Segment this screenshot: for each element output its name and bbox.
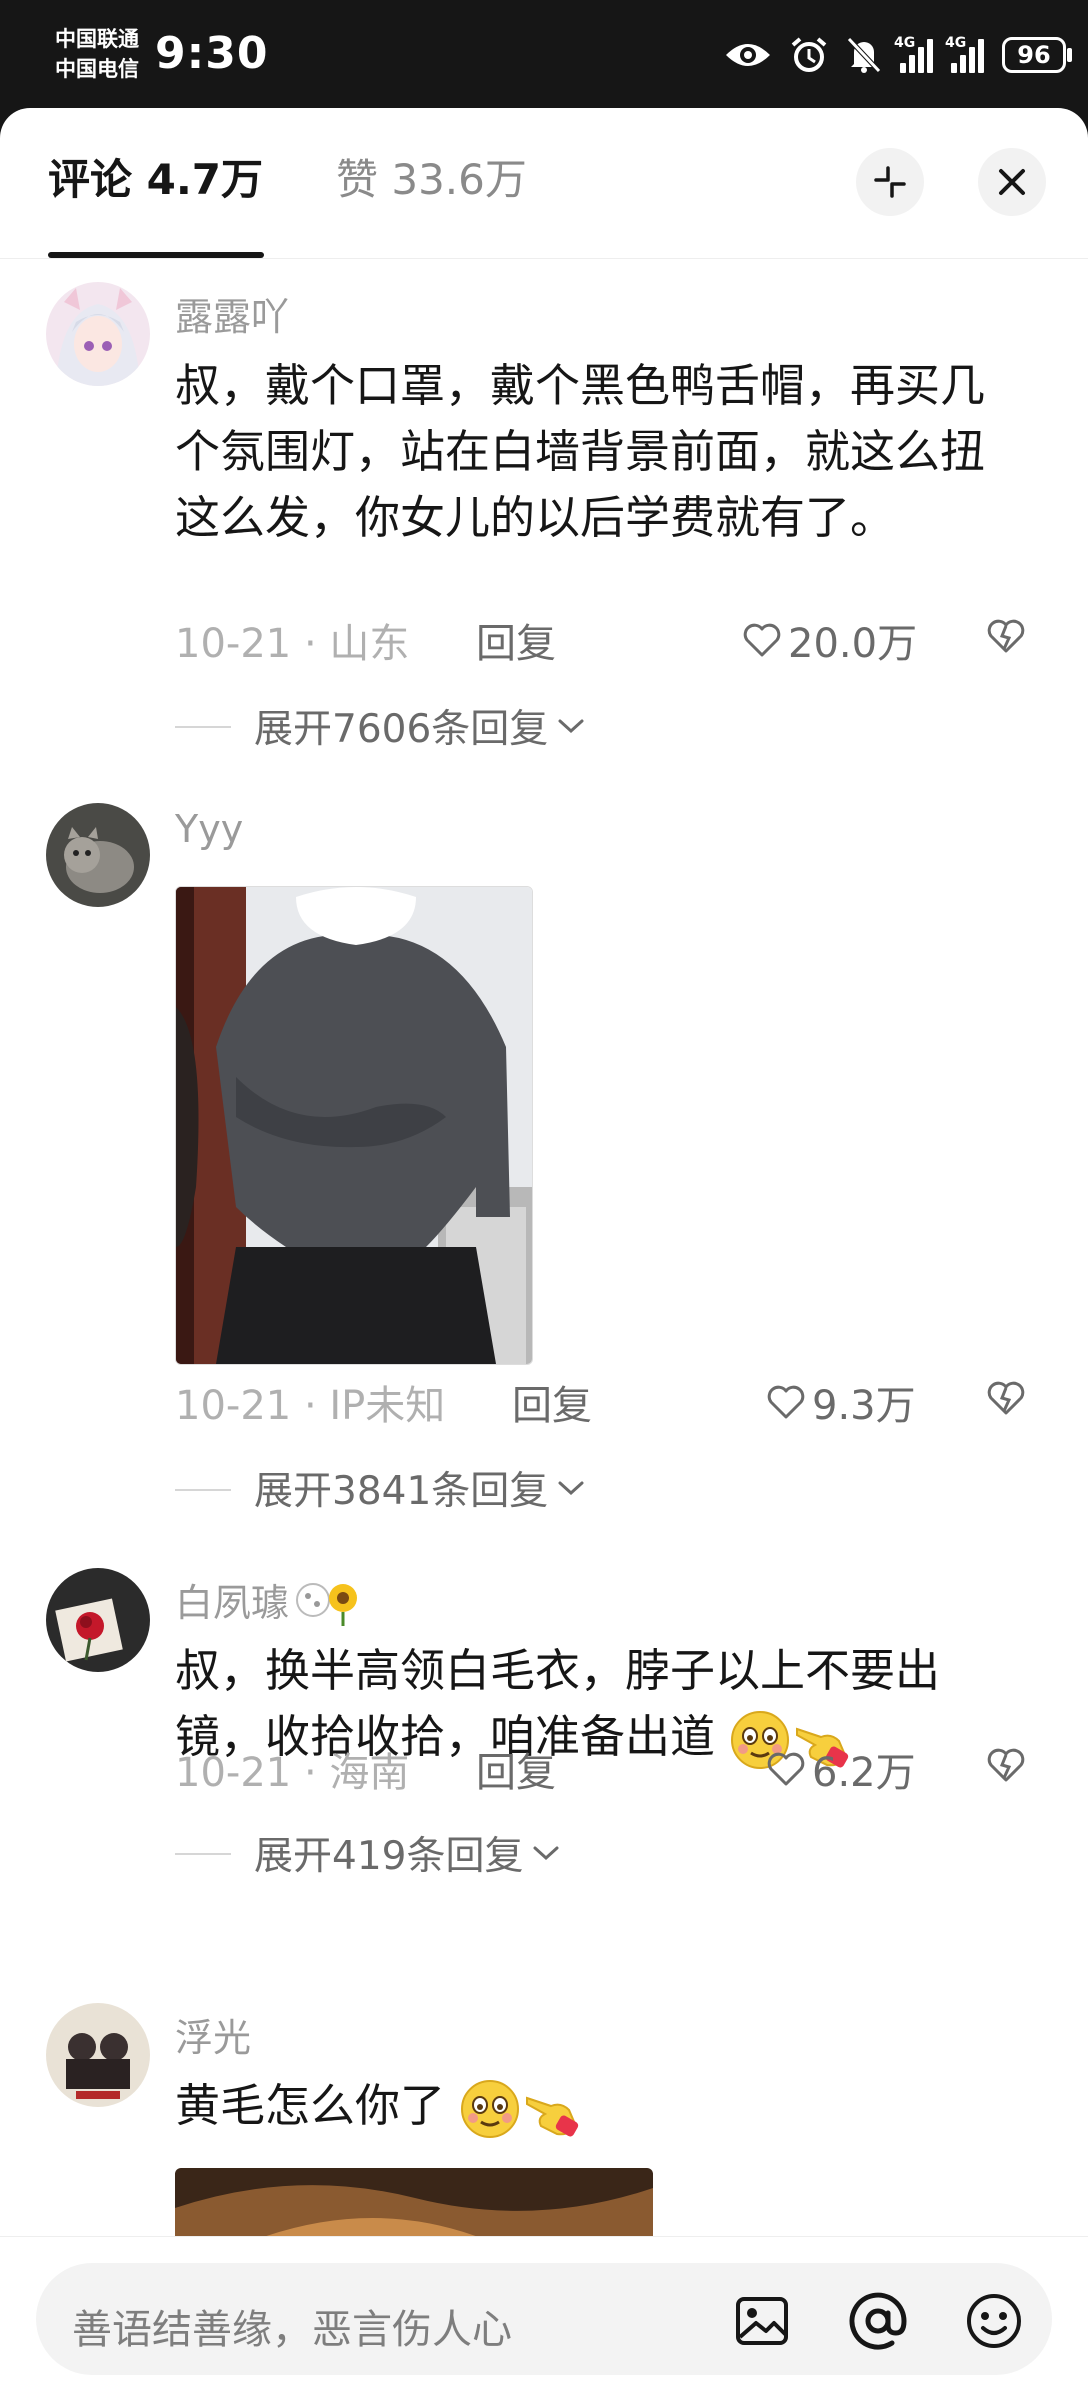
network-type-1: 4G [894, 35, 916, 51]
emoji-icon[interactable] [964, 2291, 1024, 2351]
comment-username[interactable]: 露露吖 [175, 286, 289, 341]
dislike-icon[interactable] [986, 1747, 1026, 1783]
image-icon[interactable] [732, 2291, 792, 2351]
heart-icon [767, 1752, 805, 1786]
avatar[interactable] [46, 282, 150, 386]
close-button[interactable] [978, 148, 1046, 216]
status-icons: 4G 4G 96 [724, 30, 1072, 80]
comment-item: Yyy 10-21 · IP未知 回复 9.3万 展开3841条回复 [0, 803, 1088, 1568]
clock: 9:30 [155, 28, 269, 79]
comment-input[interactable]: 善语结善缘，恶言伤人心 [36, 2263, 1052, 2375]
avatar[interactable] [46, 1568, 150, 1672]
reply-button[interactable]: 回复 [476, 1740, 556, 1798]
comment-composer: 善语结善缘，恶言伤人心 [0, 2236, 1088, 2400]
comment-image[interactable] [175, 2168, 653, 2236]
comment-item: 白夙璩 叔，换半高领白毛衣，脖子以上不要出镜，收拾收拾，咱准备出道 10-21 … [0, 1568, 1088, 1988]
like-button[interactable]: 6.2万 [766, 1740, 916, 1798]
collapse-button[interactable] [856, 148, 924, 216]
expand-replies-button[interactable]: 展开3841条回复 [254, 1460, 586, 1516]
expand-replies-button[interactable]: 展开419条回复 [254, 1825, 561, 1881]
comment-username[interactable]: Yyy [175, 807, 243, 851]
status-bar: 中国联通 中国电信 9:30 4G 4G 96 [0, 0, 1088, 108]
divider-line [175, 1489, 231, 1491]
like-count: 6.2万 [812, 1750, 916, 1796]
expand-replies-label: 展开7606条回复 [254, 707, 549, 752]
heart-icon [767, 1385, 805, 1419]
battery-icon: 96 [1002, 37, 1072, 73]
expand-replies-label: 展开419条回复 [254, 1834, 524, 1879]
mute-bell-icon [847, 37, 881, 73]
carrier-1: 中国联通 [55, 27, 139, 51]
eye-icon [726, 44, 770, 66]
comment-username-row: 白夙璩 [175, 1572, 365, 1627]
comment-meta: 10-21 · 山东 [175, 621, 410, 667]
comment-list[interactable]: 露露吖 叔，戴个口罩，戴个黑色鸭舌帽，再买几个氛围灯，站在白墙背景前面，就这么扭… [0, 258, 1088, 2236]
chevron-down-icon [558, 1481, 584, 1496]
tab-likes[interactable]: 赞 33.6万 [336, 152, 527, 208]
like-button[interactable]: 20.0万 [742, 611, 917, 669]
smirk-emoji-icon [461, 2080, 520, 2138]
comment-item: 浮光 黄毛怎么你了 [0, 2003, 1088, 2236]
at-icon[interactable] [848, 2291, 908, 2351]
signal-icon: 4G [894, 35, 933, 73]
collapse-icon [874, 166, 906, 198]
signal-icon: 4G [945, 35, 984, 73]
comment-tabs: 评论 4.7万 赞 33.6万 [0, 108, 1088, 259]
carrier-2: 中国电信 [55, 57, 139, 81]
sunflower-icon [296, 1582, 358, 1626]
like-button[interactable]: 9.3万 [766, 1373, 916, 1431]
comment-item: 露露吖 叔，戴个口罩，戴个黑色鸭舌帽，再买几个氛围灯，站在白墙背景前面，就这么扭… [0, 258, 1088, 768]
comment-image[interactable] [175, 886, 533, 1365]
reply-button[interactable]: 回复 [512, 1373, 592, 1431]
comment-text: 黄毛怎么你了 [175, 2079, 446, 2132]
expand-replies-label: 展开3841条回复 [254, 1469, 549, 1514]
tab-comments[interactable]: 评论 4.7万 [48, 152, 263, 208]
battery-level: 96 [1017, 41, 1051, 69]
comment-username[interactable]: 白夙璩 [175, 1572, 289, 1627]
chevron-down-icon [533, 1846, 559, 1861]
comment-input-placeholder: 善语结善缘，恶言伤人心 [72, 2307, 512, 2353]
alarm-icon [791, 37, 827, 72]
dislike-icon[interactable] [986, 618, 1026, 654]
carrier-info: 中国联通 中国电信 [55, 24, 139, 84]
expand-replies-button[interactable]: 展开7606条回复 [254, 698, 586, 754]
reply-button[interactable]: 回复 [476, 611, 556, 669]
avatar[interactable] [46, 803, 150, 907]
like-count: 20.0万 [788, 621, 918, 667]
comment-username[interactable]: 浮光 [175, 2007, 251, 2062]
avatar[interactable] [46, 2003, 150, 2107]
comment-meta: 10-21 · 海南 [175, 1750, 410, 1796]
chevron-down-icon [558, 719, 584, 734]
pointing-hand-icon [526, 2096, 579, 2137]
close-icon [999, 169, 1025, 195]
comment-sheet: 评论 4.7万 赞 33.6万 露露吖 叔，戴个口罩，戴个黑色鸭舌帽，再买几个氛… [0, 108, 1088, 2400]
dislike-icon[interactable] [986, 1380, 1026, 1416]
network-type-2: 4G [945, 35, 967, 51]
divider-line [175, 726, 231, 728]
comment-text: 叔，戴个口罩，戴个黑色鸭舌帽，再买几个氛围灯，站在白墙背景前面，就这么扭这么发，… [175, 359, 986, 544]
like-count: 9.3万 [812, 1383, 916, 1429]
comment-text-row: 黄毛怎么你了 [175, 2073, 1025, 2140]
comment-meta: 10-21 · IP未知 [175, 1383, 446, 1429]
heart-icon [743, 623, 781, 657]
divider-line [175, 1853, 231, 1855]
